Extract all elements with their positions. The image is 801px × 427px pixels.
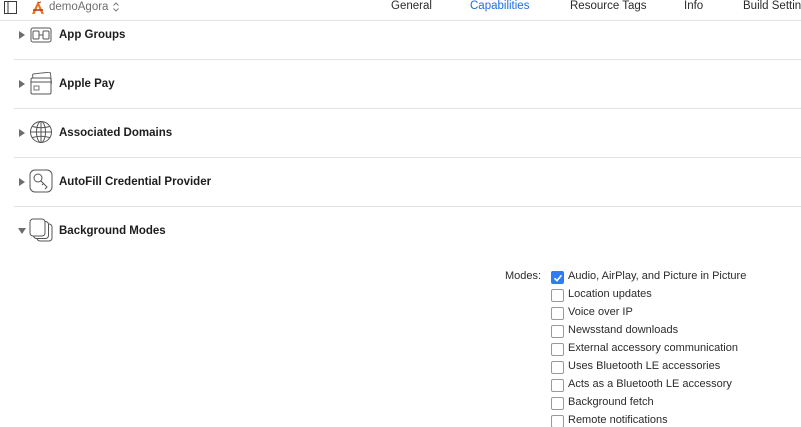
capability-label: Background Modes (59, 225, 166, 237)
capability-label: AutoFill Credential Provider (59, 176, 212, 188)
background-modes-icon (29, 218, 53, 242)
mode-option-bluetooth-le-accessories[interactable]: Uses Bluetooth LE accessories (551, 360, 791, 376)
disclosure-triangle-down-icon[interactable] (18, 227, 26, 235)
modes-label: Modes: (505, 270, 542, 282)
capability-row-autofill-credential-provider[interactable]: AutoFill Credential Provider (14, 158, 801, 207)
disclosure-triangle-right-icon[interactable] (18, 31, 26, 39)
mode-option-location-updates[interactable]: Location updates (551, 288, 791, 304)
mode-label: Location updates (568, 288, 652, 300)
checkbox[interactable] (551, 379, 564, 392)
checkbox[interactable] (551, 289, 564, 302)
checkbox-checked[interactable] (551, 271, 564, 284)
disclosure-triangle-right-icon[interactable] (18, 129, 26, 137)
checkbox[interactable] (551, 307, 564, 320)
mode-label: Background fetch (568, 396, 654, 408)
mode-label: Newsstand downloads (568, 324, 679, 336)
capability-row-background-modes[interactable]: Background Modes (14, 207, 801, 255)
chevron-updown-icon[interactable] (112, 1, 120, 13)
disclosure-triangle-right-icon[interactable] (18, 80, 26, 88)
tab-general[interactable]: General (391, 0, 432, 12)
wallet-icon (30, 72, 52, 95)
checkbox[interactable] (551, 343, 564, 356)
mode-option-remote-notifications[interactable]: Remote notifications (551, 414, 791, 427)
key-icon (29, 169, 53, 193)
mode-label: Acts as a Bluetooth LE accessory (568, 378, 732, 390)
mode-option-audio-airplay-pip[interactable]: Audio, AirPlay, and Picture in Picture (551, 270, 791, 286)
capability-label: App Groups (59, 29, 126, 41)
checkbox[interactable] (551, 361, 564, 374)
app-groups-icon (30, 27, 52, 43)
mode-option-voice-over-ip[interactable]: Voice over IP (551, 306, 791, 322)
mode-label: Voice over IP (568, 306, 633, 318)
disclosure-triangle-right-icon[interactable] (18, 178, 26, 186)
mode-option-external-accessory[interactable]: External accessory communication (551, 342, 791, 358)
checkbox[interactable] (551, 397, 564, 410)
mode-option-newsstand-downloads[interactable]: Newsstand downloads (551, 324, 791, 340)
capability-label: Associated Domains (59, 127, 173, 139)
checkbox[interactable] (551, 415, 564, 427)
tab-info[interactable]: Info (684, 0, 703, 12)
editor-tab-bar: demoAgora General Capabilities Resource … (0, 0, 801, 21)
checkbox[interactable] (551, 325, 564, 338)
checkmark-icon (553, 274, 563, 282)
capability-row-associated-domains[interactable]: Associated Domains (14, 109, 801, 158)
tab-resource-tags[interactable]: Resource Tags (570, 0, 647, 12)
globe-icon (30, 121, 52, 143)
mode-label: External accessory communication (568, 342, 738, 354)
app-target-icon (32, 1, 44, 14)
mode-label: Audio, AirPlay, and Picture in Picture (568, 270, 747, 282)
mode-label: Uses Bluetooth LE accessories (568, 360, 721, 372)
capability-label: Apple Pay (59, 78, 115, 90)
tab-build-settings[interactable]: Build Settin (743, 0, 801, 12)
mode-option-background-fetch[interactable]: Background fetch (551, 396, 791, 412)
mode-label: Remote notifications (568, 414, 668, 426)
target-selector[interactable]: demoAgora (49, 1, 108, 13)
capability-row-app-groups[interactable]: App Groups (14, 21, 801, 60)
mode-option-acts-as-bluetooth-le-accessory[interactable]: Acts as a Bluetooth LE accessory (551, 378, 791, 394)
sidebar-toggle-icon[interactable] (4, 1, 18, 15)
capability-row-apple-pay[interactable]: Apple Pay (14, 60, 801, 109)
tab-capabilities[interactable]: Capabilities (470, 0, 529, 12)
